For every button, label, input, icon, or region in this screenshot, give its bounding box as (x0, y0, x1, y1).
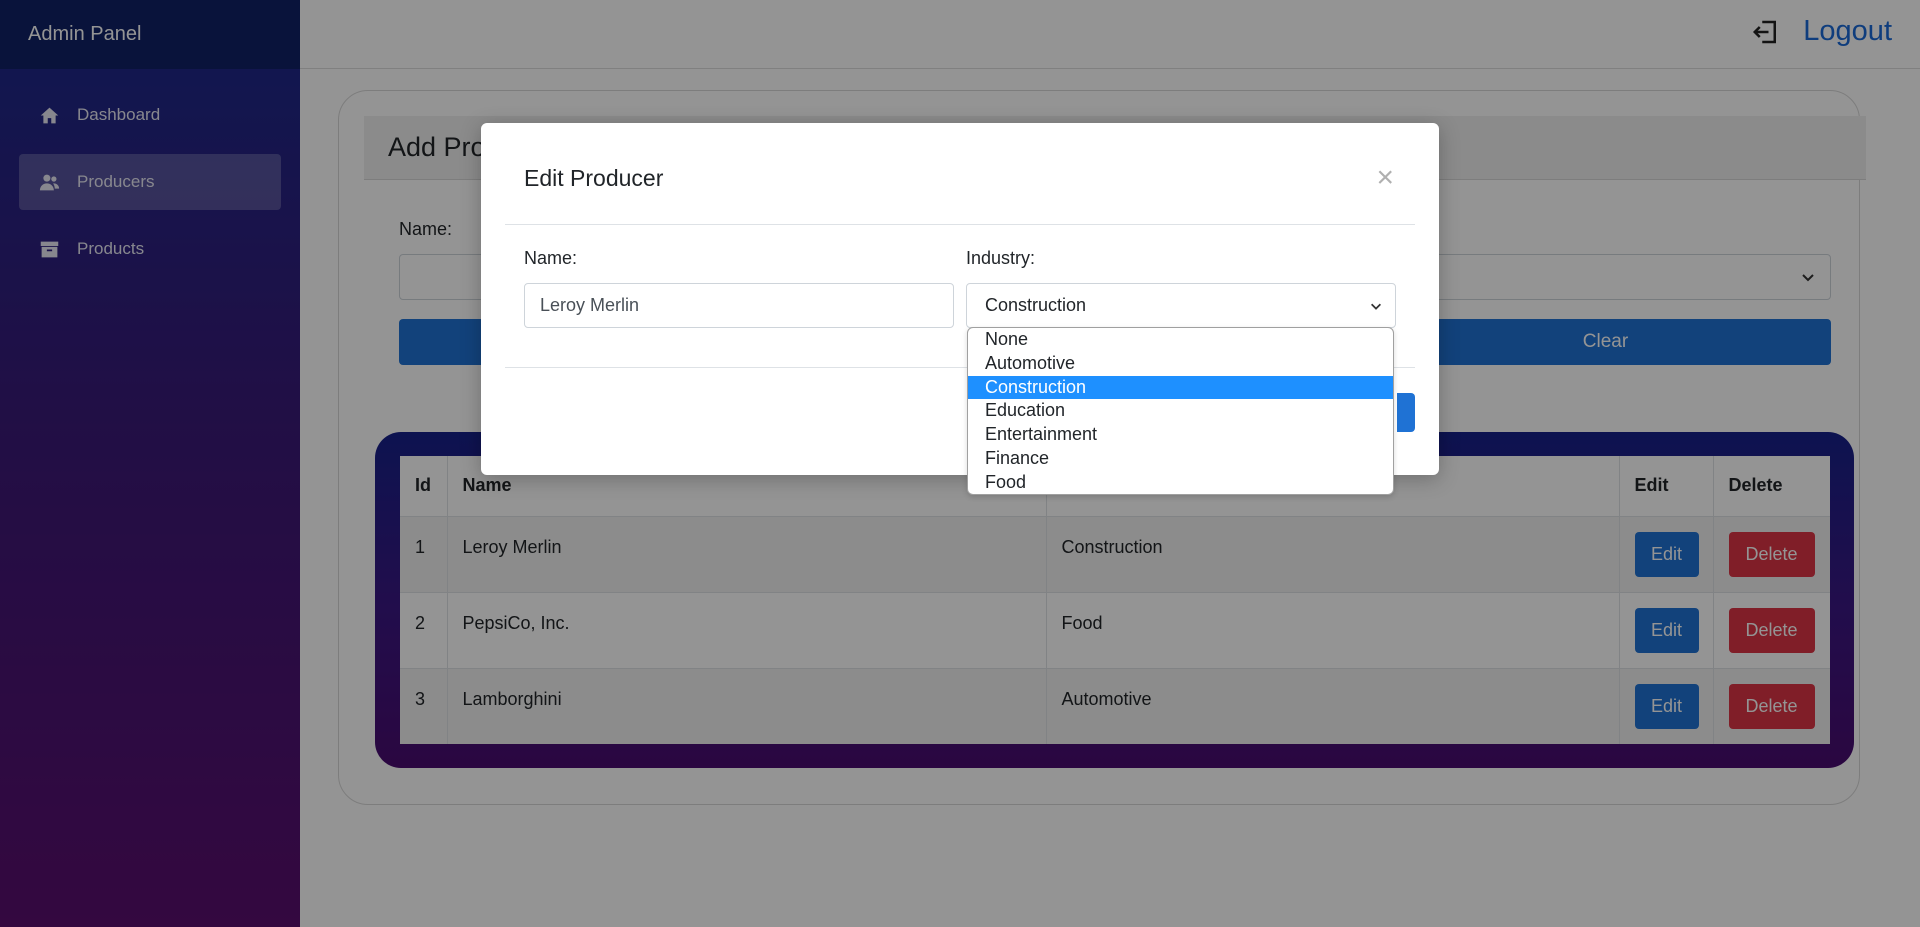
dropdown-option-education[interactable]: Education (968, 399, 1393, 423)
close-icon[interactable]: × (1376, 163, 1394, 193)
dropdown-option-finance[interactable]: Finance (968, 447, 1393, 471)
dropdown-option-food[interactable]: Food (968, 471, 1393, 494)
modal-industry-label: Industry: (966, 248, 1036, 268)
dropdown-option-entertainment[interactable]: Entertainment (968, 423, 1393, 447)
modal-header-divider (505, 224, 1415, 225)
dropdown-option-construction[interactable]: Construction (968, 375, 1393, 400)
modal-name-input[interactable]: Leroy Merlin (524, 283, 954, 328)
dropdown-option-none[interactable]: None (968, 328, 1393, 352)
modal-industry-select[interactable]: Construction (966, 283, 1396, 328)
modal-industry-value: Construction (985, 295, 1087, 315)
save-button[interactable] (1397, 393, 1415, 432)
industry-dropdown-list: None Automotive Construction Education E… (967, 327, 1394, 495)
dropdown-option-automotive[interactable]: Automotive (968, 352, 1393, 376)
modal-title: Edit Producer (524, 165, 664, 191)
modal-name-label: Name: (524, 248, 578, 268)
chevron-down-icon (1371, 303, 1381, 310)
